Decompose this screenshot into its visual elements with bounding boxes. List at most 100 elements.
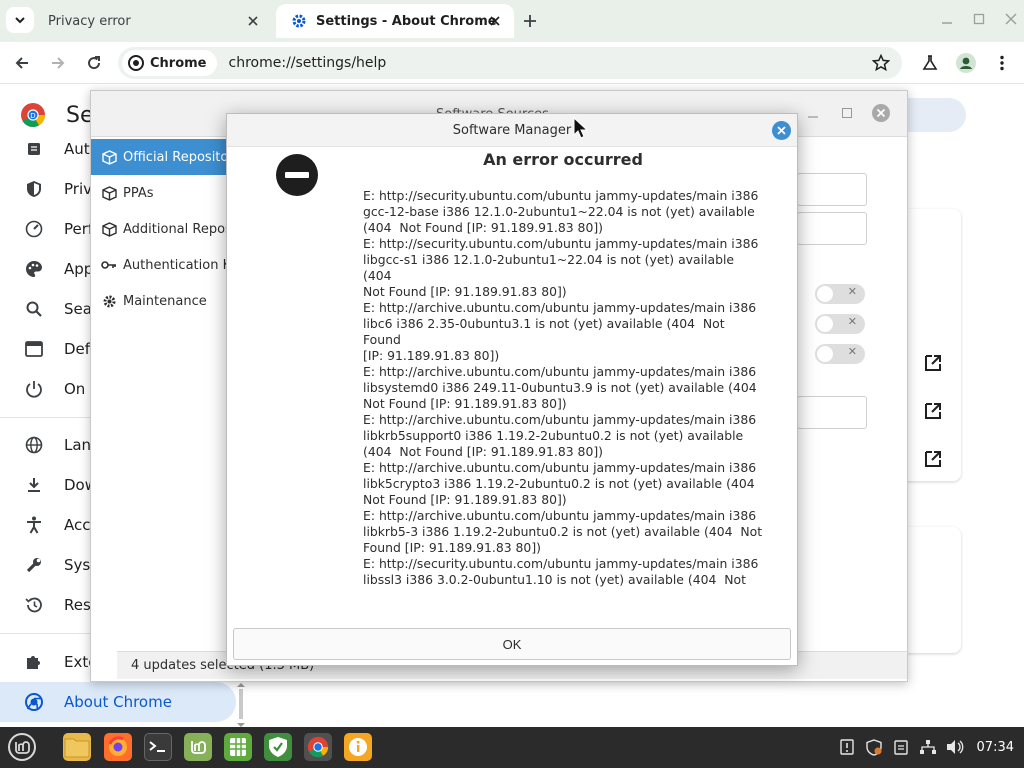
puzzle-icon xyxy=(24,652,44,672)
firefox-launcher[interactable] xyxy=(104,733,132,761)
privacy-shield-icon xyxy=(24,179,44,199)
settings-card xyxy=(905,527,961,653)
dialog-titlebar: Software Manager xyxy=(227,114,797,147)
terminal-launcher[interactable] xyxy=(144,733,172,761)
mint-menu-button[interactable] xyxy=(6,731,38,763)
sources-tab-official-repositories[interactable]: Official Repositories xyxy=(91,139,231,175)
wrench-icon xyxy=(24,555,44,575)
toggle-switch[interactable]: ✕ xyxy=(815,284,865,304)
open-in-new-icon[interactable] xyxy=(923,401,943,421)
ok-button[interactable]: OK xyxy=(233,628,791,660)
firefox-icon xyxy=(108,736,127,756)
tab-search-button[interactable] xyxy=(6,7,34,33)
text-field[interactable] xyxy=(797,396,867,429)
labs-button[interactable] xyxy=(918,51,942,75)
globe-icon xyxy=(24,435,44,455)
info-icon xyxy=(349,738,367,756)
files-launcher[interactable] xyxy=(63,733,91,761)
shield-icon xyxy=(269,737,287,757)
close-window-button[interactable] xyxy=(871,103,891,123)
update-manager-launcher[interactable] xyxy=(264,733,292,761)
settings-gear-icon xyxy=(290,12,308,30)
toggle-switch[interactable]: ✕ xyxy=(815,344,865,364)
close-icon[interactable] xyxy=(486,12,504,30)
chrome-logo-icon xyxy=(24,692,44,712)
search-icon xyxy=(24,299,44,319)
files-folder-icon xyxy=(64,738,90,758)
chrome-menu-button[interactable] xyxy=(990,51,1014,75)
spreadsheet-launcher[interactable] xyxy=(224,733,252,761)
open-in-new-icon[interactable] xyxy=(923,353,943,373)
minimize-button[interactable] xyxy=(938,10,956,28)
reload-button[interactable] xyxy=(82,51,106,75)
chevron-down-icon xyxy=(15,17,25,24)
mint-menu-icon xyxy=(8,733,36,761)
software-manager-launcher[interactable] xyxy=(184,733,212,761)
site-info-chip[interactable]: Chrome xyxy=(122,50,217,76)
chrome-launcher[interactable] xyxy=(304,733,332,761)
package-icon xyxy=(101,149,117,165)
avatar-icon xyxy=(956,53,976,73)
network-icon[interactable] xyxy=(919,738,937,756)
scrollbar[interactable] xyxy=(236,683,246,727)
clipboard-icon[interactable] xyxy=(892,738,910,756)
sources-tab-authentication-keys[interactable]: Authentication Keys xyxy=(91,247,231,283)
nav-item-about-chrome[interactable]: About Chrome xyxy=(0,682,236,722)
sources-tab-additional-repositories[interactable]: Additional Repositories xyxy=(91,211,231,247)
chrome-logo-icon xyxy=(128,55,144,71)
tab-title: Settings - About Chrome xyxy=(316,13,497,29)
plus-icon xyxy=(524,15,536,27)
mirror-field[interactable] xyxy=(797,173,867,206)
performance-gauge-icon xyxy=(24,219,44,239)
error-heading: An error occurred xyxy=(483,150,643,169)
profile-button[interactable] xyxy=(954,51,978,75)
reload-icon xyxy=(88,56,101,70)
tab-privacy-error[interactable]: Privacy error xyxy=(34,4,272,38)
system-tray: 07:34 xyxy=(838,738,1014,756)
arrow-left-icon xyxy=(15,57,28,69)
chip-label: Chrome xyxy=(150,55,207,71)
clock[interactable]: 07:34 xyxy=(977,738,1014,756)
dialog-close-button[interactable] xyxy=(772,121,791,140)
open-in-new-icon[interactable] xyxy=(923,449,943,469)
window-controls xyxy=(938,10,1020,28)
mintinstall-icon xyxy=(191,741,206,754)
tab-title: Privacy error xyxy=(48,13,131,29)
power-icon xyxy=(24,379,44,399)
address-bar[interactable]: Chrome chrome://settings/help xyxy=(118,47,902,79)
toggle-switch[interactable]: ✕ xyxy=(815,314,865,334)
url-text[interactable]: chrome://settings/help xyxy=(229,55,387,71)
spreadsheet-icon xyxy=(230,738,246,756)
browser-toolbar: Chrome chrome://settings/help xyxy=(0,42,1024,84)
tab-settings-about-chrome[interactable]: Settings - About Chrome xyxy=(276,4,514,38)
gear-icon xyxy=(101,293,117,309)
mirror-field[interactable] xyxy=(797,212,867,245)
settings-card xyxy=(905,209,961,481)
chrome-logo-icon: D xyxy=(21,103,45,128)
svg-text:D: D xyxy=(30,112,35,120)
close-icon xyxy=(777,126,786,135)
forward-button[interactable] xyxy=(46,51,70,75)
chrome-icon xyxy=(307,736,329,758)
info-launcher[interactable] xyxy=(344,733,372,761)
bookmark-star-icon[interactable] xyxy=(872,54,890,72)
sources-tab-maintenance[interactable]: Maintenance xyxy=(91,283,231,319)
error-icon xyxy=(276,154,318,196)
maximize-button[interactable] xyxy=(970,10,988,28)
sources-tab-ppas[interactable]: PPAs xyxy=(91,175,231,211)
close-window-button[interactable] xyxy=(1002,10,1020,28)
minimize-button[interactable] xyxy=(803,103,823,123)
palette-icon xyxy=(24,259,44,279)
software-manager-error-dialog: Software Manager An error occurred E: ht… xyxy=(226,113,798,666)
maximize-button[interactable] xyxy=(837,103,857,123)
notifications-icon[interactable] xyxy=(838,738,856,756)
back-button[interactable] xyxy=(10,51,34,75)
update-shield-icon[interactable] xyxy=(865,738,883,756)
key-icon xyxy=(101,257,117,273)
volume-icon[interactable] xyxy=(946,738,964,756)
flask-icon xyxy=(922,55,938,70)
new-tab-button[interactable] xyxy=(518,10,542,32)
download-icon xyxy=(24,475,44,495)
close-icon[interactable] xyxy=(244,12,262,30)
autofill-icon xyxy=(24,139,44,159)
